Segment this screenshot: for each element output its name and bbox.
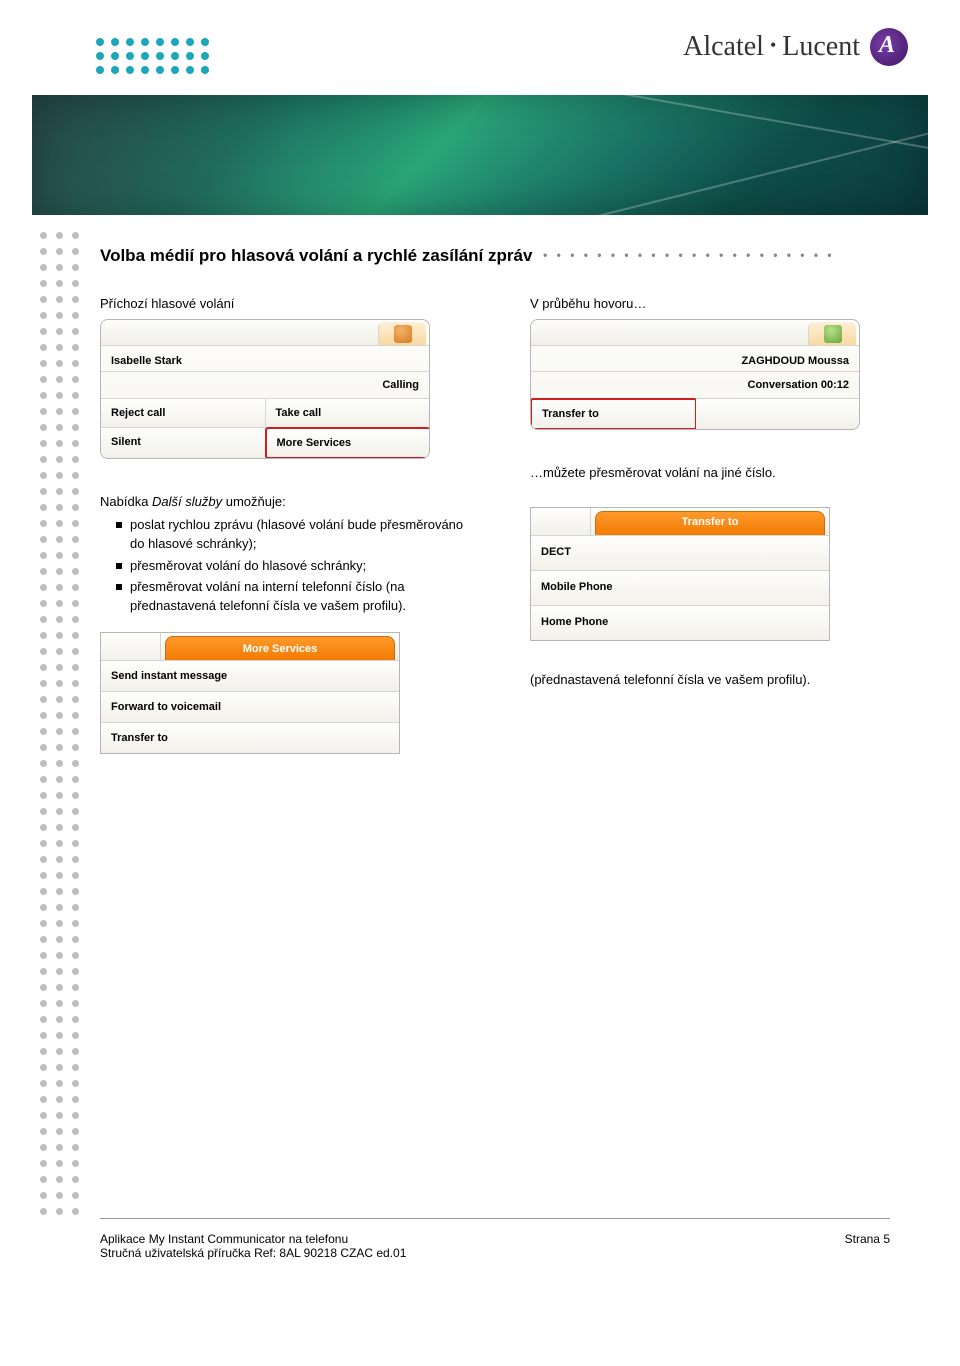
section-title: Volba médií pro hlasová volání a rychlé … <box>100 246 900 266</box>
call-status: Calling <box>101 372 429 399</box>
more-services-widget: More Services Send instant message Forwa… <box>100 632 400 754</box>
avatar-icon <box>394 325 412 343</box>
caller-bar <box>531 320 808 345</box>
take-call-button[interactable]: Take call <box>266 399 430 427</box>
menu-item: poslat rychlou zprávu (hlasové volání bu… <box>116 516 470 554</box>
transfer-home-button[interactable]: Home Phone <box>531 606 829 640</box>
silent-button[interactable]: Silent <box>101 428 266 458</box>
conversation-status: Conversation 00:12 <box>531 372 859 399</box>
brand-logo-lockup: Alcatel • Lucent <box>683 28 908 66</box>
footer-app-name: Aplikace My Instant Communicator na tele… <box>100 1232 406 1246</box>
transfer-mobile-button[interactable]: Mobile Phone <box>531 571 829 606</box>
empty-action <box>696 399 859 429</box>
caller-avatar-tab <box>808 322 856 345</box>
footer-doc-ref: Stručná uživatelská příručka Ref: 8AL 90… <box>100 1246 406 1260</box>
more-services-button[interactable]: More Services <box>265 427 431 459</box>
incoming-call-label: Příchozí hlasové volání <box>100 296 470 311</box>
brand-emblem-icon <box>870 28 908 66</box>
avatar-icon <box>824 325 842 343</box>
transfer-note: …můžete přesměrovat volání na jiné číslo… <box>530 464 900 483</box>
tab-spacer <box>101 633 161 660</box>
menu-item: přesměrovat volání do hlasové schránky; <box>116 557 470 576</box>
conversation-widget: ZAGHDOUD Moussa Conversation 00:12 Trans… <box>530 319 860 430</box>
side-dot-column <box>40 232 82 1218</box>
incoming-call-widget: Isabelle Stark Calling Reject call Take … <box>100 319 430 459</box>
caller-bar <box>101 320 378 345</box>
tab-spacer <box>531 508 591 535</box>
brand-name-2: Lucent <box>782 31 860 63</box>
page-number: Strana 5 <box>845 1232 890 1260</box>
profile-numbers-note: (přednastavená telefonní čísla ve vašem … <box>530 671 900 690</box>
caller-avatar-tab <box>378 322 426 345</box>
in-call-label: V průběhu hovoru… <box>530 296 900 311</box>
title-dotted-rule: • • • • • • • • • • • • • • • • • • • • … <box>543 248 834 262</box>
transfer-to-tab[interactable]: Transfer to <box>595 511 825 535</box>
transfer-to-button[interactable]: Transfer to <box>101 723 399 753</box>
brand-name-1: Alcatel <box>683 31 764 63</box>
footer-rule <box>100 1218 890 1219</box>
reject-call-button[interactable]: Reject call <box>101 399 266 427</box>
transfer-to-widget: Transfer to DECT Mobile Phone Home Phone <box>530 507 830 641</box>
caller-name: Isabelle Stark <box>101 346 429 372</box>
transfer-dect-button[interactable]: DECT <box>531 536 829 571</box>
caller-name: ZAGHDOUD Moussa <box>531 346 859 372</box>
more-services-tab[interactable]: More Services <box>165 636 395 660</box>
forward-to-voicemail-button[interactable]: Forward to voicemail <box>101 692 399 723</box>
header-banner <box>32 95 928 215</box>
transfer-to-button[interactable]: Transfer to <box>530 398 697 430</box>
menu-item: přesměrovat volání na interní telefonní … <box>116 578 470 616</box>
menu-description: Nabídka Další služby umožňuje: poslat ry… <box>100 493 470 616</box>
send-instant-message-button[interactable]: Send instant message <box>101 661 399 692</box>
page-footer: Aplikace My Instant Communicator na tele… <box>100 1232 890 1260</box>
header-dot-grid <box>96 38 211 76</box>
brand-dot: • <box>770 35 776 56</box>
